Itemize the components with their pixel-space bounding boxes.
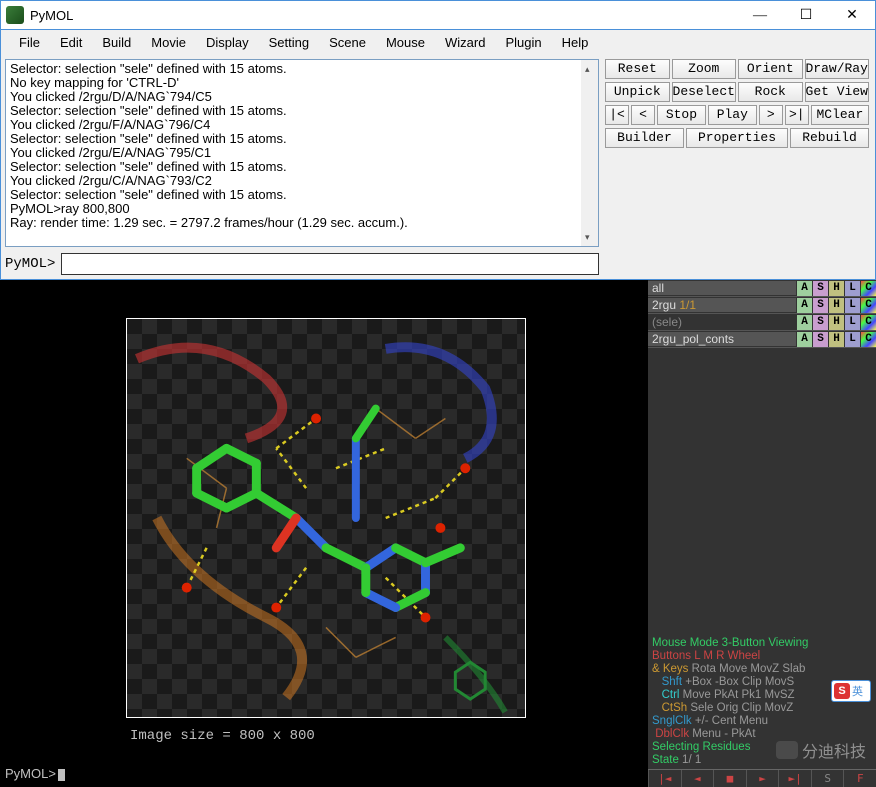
viewport-3d[interactable]: Image size = 800 x 800 PyMOL> <box>0 280 648 787</box>
menu-movie[interactable]: Movie <box>141 35 196 50</box>
playback-bar: |◄ ◄ ■ ► ►| S F <box>648 769 876 787</box>
console-line: Ray: render time: 1.29 sec. = 2797.2 fra… <box>10 216 594 230</box>
maximize-button[interactable]: ☐ <box>783 1 829 30</box>
step-fwd-button[interactable]: > <box>759 105 783 125</box>
builder-button[interactable]: Builder <box>605 128 684 148</box>
console-line: You clicked /2rgu/F/A/NAG`796/C4 <box>10 118 594 132</box>
color-button[interactable]: C <box>861 298 876 313</box>
reset-button[interactable]: Reset <box>605 59 670 79</box>
action-button[interactable]: A <box>797 332 812 347</box>
menu-mouse[interactable]: Mouse <box>376 35 435 50</box>
hide-button[interactable]: H <box>829 332 844 347</box>
menu-build[interactable]: Build <box>92 35 141 50</box>
action-button[interactable]: A <box>797 298 812 313</box>
console-line: No key mapping for 'CTRL-D' <box>10 76 594 90</box>
pb-first[interactable]: |◄ <box>648 770 681 787</box>
menu-scene[interactable]: Scene <box>319 35 376 50</box>
get-view-button[interactable]: Get View <box>805 82 870 102</box>
menu-help[interactable]: Help <box>552 35 599 50</box>
zoom-button[interactable]: Zoom <box>672 59 737 79</box>
color-button[interactable]: C <box>861 332 876 347</box>
pb-f[interactable]: F <box>843 770 876 787</box>
watermark: 分迪科技 <box>776 738 866 762</box>
render-frame <box>126 318 526 718</box>
rock-button[interactable]: Rock <box>738 82 803 102</box>
console-line: Selector: selection "sele" defined with … <box>10 132 594 146</box>
console-line: Selector: selection "sele" defined with … <box>10 104 594 118</box>
object-panel-filler <box>648 348 876 635</box>
menu-edit[interactable]: Edit <box>50 35 92 50</box>
object-row-all[interactable]: all ASHLC <box>648 280 876 297</box>
show-button[interactable]: S <box>813 332 828 347</box>
object-list: all ASHLC 2rgu 1/1 ASHLC (sele) ASHLC 2r… <box>648 280 876 348</box>
orient-button[interactable]: Orient <box>738 59 803 79</box>
action-button[interactable]: A <box>797 281 812 296</box>
console-line: Selector: selection "sele" defined with … <box>10 188 594 202</box>
console-line: Selector: selection "sele" defined with … <box>10 160 594 174</box>
pb-stop[interactable]: ■ <box>713 770 746 787</box>
action-button[interactable]: A <box>797 315 812 330</box>
image-size-label: Image size = 800 x 800 <box>130 728 315 744</box>
menu-setting[interactable]: Setting <box>259 35 319 50</box>
color-button[interactable]: C <box>861 281 876 296</box>
pb-last[interactable]: ►| <box>778 770 811 787</box>
label-button[interactable]: L <box>845 281 860 296</box>
prompt-label: PyMOL> <box>5 256 55 272</box>
stop-button[interactable]: Stop <box>657 105 706 125</box>
rebuild-button[interactable]: Rebuild <box>790 128 869 148</box>
console-line: Selector: selection "sele" defined with … <box>10 62 594 76</box>
ime-badge[interactable]: S 英 <box>831 680 871 702</box>
menu-plugin[interactable]: Plugin <box>495 35 551 50</box>
show-button[interactable]: S <box>813 315 828 330</box>
close-button[interactable]: ✕ <box>829 1 875 30</box>
ime-lang: 英 <box>852 683 863 699</box>
play-button[interactable]: Play <box>708 105 757 125</box>
unpick-button[interactable]: Unpick <box>605 82 670 102</box>
console-line: You clicked /2rgu/D/A/NAG`794/C5 <box>10 90 594 104</box>
fast-fwd-button[interactable]: >| <box>785 105 809 125</box>
hide-button[interactable]: H <box>829 298 844 313</box>
color-button[interactable]: C <box>861 315 876 330</box>
console-line: You clicked /2rgu/C/A/NAG`793/C2 <box>10 174 594 188</box>
label-button[interactable]: L <box>845 332 860 347</box>
draw-ray-button[interactable]: Draw/Ray <box>805 59 870 79</box>
label-button[interactable]: L <box>845 315 860 330</box>
pb-back[interactable]: ◄ <box>681 770 714 787</box>
show-button[interactable]: S <box>813 281 828 296</box>
console-line: PyMOL>ray 800,800 <box>10 202 594 216</box>
menu-display[interactable]: Display <box>196 35 259 50</box>
console-output[interactable]: Selector: selection "sele" defined with … <box>5 59 599 247</box>
object-row-contacts[interactable]: 2rgu_pol_conts ASHLC <box>648 331 876 348</box>
command-input[interactable] <box>61 253 599 275</box>
menu-wizard[interactable]: Wizard <box>435 35 495 50</box>
pb-play[interactable]: ► <box>746 770 779 787</box>
toolbar: Reset Zoom Orient Draw/Ray Unpick Desele… <box>603 55 875 279</box>
hide-button[interactable]: H <box>829 281 844 296</box>
object-row-sele[interactable]: (sele) ASHLC <box>648 314 876 331</box>
console-line: You clicked /2rgu/E/A/NAG`795/C1 <box>10 146 594 160</box>
window-title: PyMOL <box>30 8 737 23</box>
app-icon <box>6 6 24 24</box>
menu-file[interactable]: File <box>9 35 50 50</box>
cursor-icon <box>58 769 65 781</box>
pb-s[interactable]: S <box>811 770 844 787</box>
wechat-icon <box>776 741 798 759</box>
step-back-button[interactable]: < <box>631 105 655 125</box>
molecule-render <box>127 319 525 717</box>
show-button[interactable]: S <box>813 298 828 313</box>
viewport-prompt[interactable]: PyMOL> <box>5 766 65 782</box>
console-scrollbar[interactable] <box>581 60 598 246</box>
minimize-button[interactable]: — <box>737 1 783 30</box>
hide-button[interactable]: H <box>829 315 844 330</box>
deselect-button[interactable]: Deselect <box>672 82 737 102</box>
menubar: File Edit Build Movie Display Setting Sc… <box>0 30 876 55</box>
titlebar: PyMOL — ☐ ✕ <box>0 0 876 30</box>
properties-button[interactable]: Properties <box>686 128 788 148</box>
rewind-button[interactable]: |< <box>605 105 629 125</box>
object-row-2rgu[interactable]: 2rgu 1/1 ASHLC <box>648 297 876 314</box>
mclear-button[interactable]: MClear <box>811 105 869 125</box>
ime-s-icon: S <box>834 683 850 699</box>
label-button[interactable]: L <box>845 298 860 313</box>
